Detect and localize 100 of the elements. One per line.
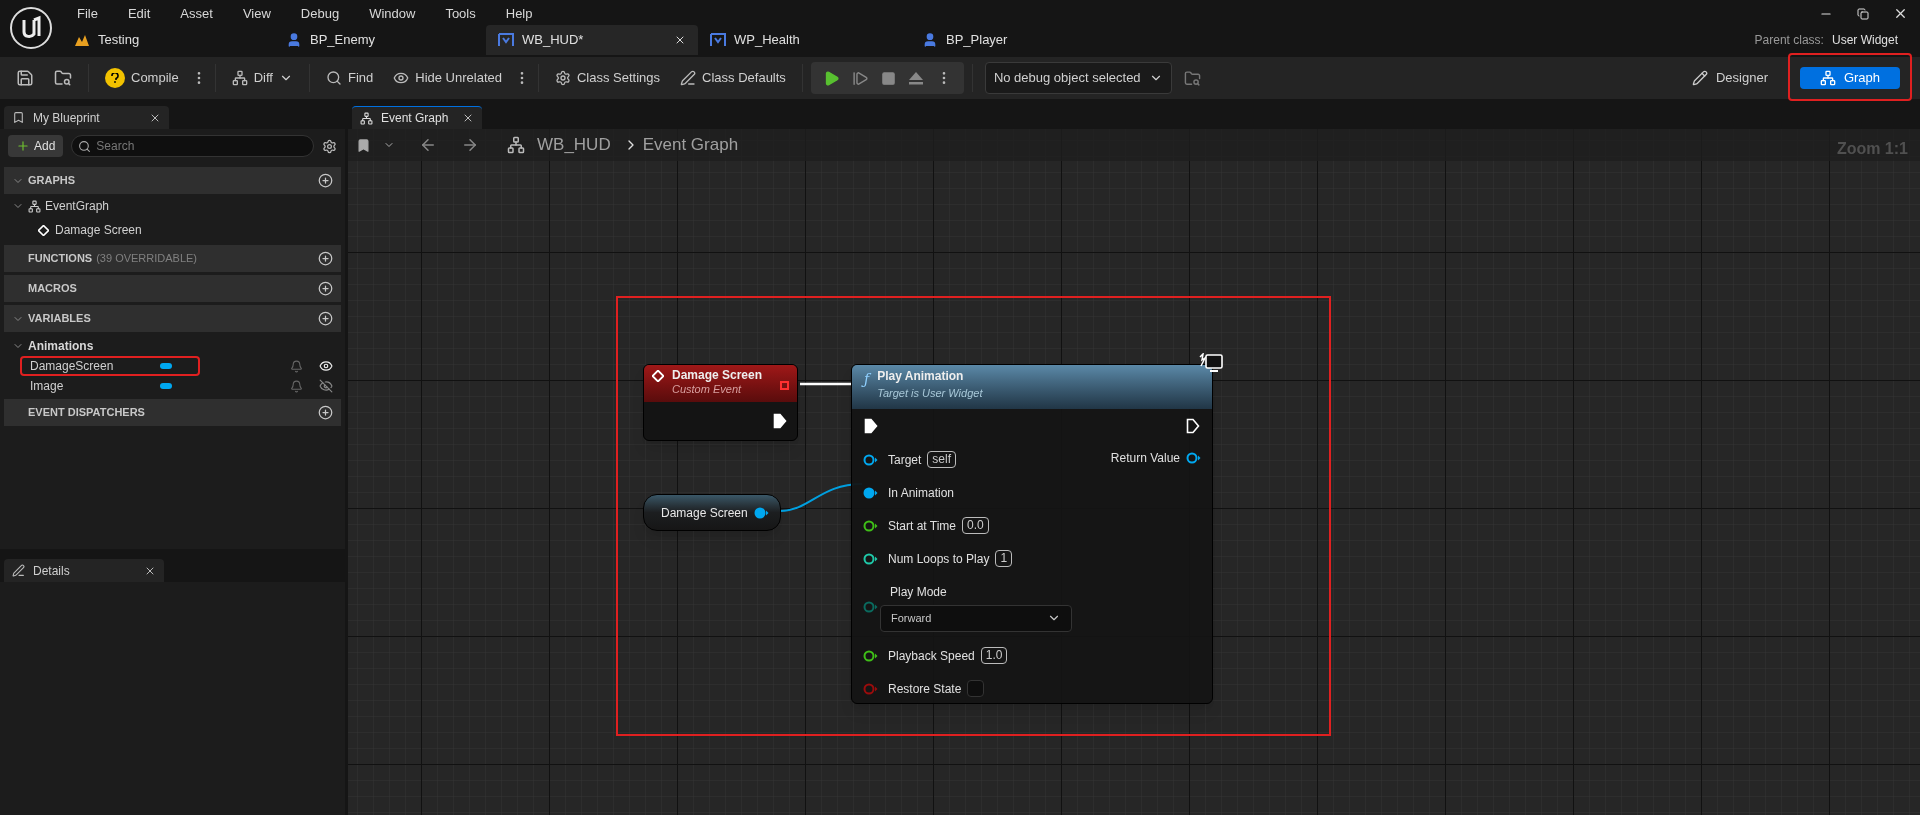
section-title: MACROS bbox=[28, 281, 77, 297]
debug-object-dropdown[interactable]: No debug object selected bbox=[984, 62, 1172, 94]
pin-label: Target bbox=[888, 451, 922, 469]
back-icon[interactable] bbox=[419, 136, 437, 154]
graph-tab[interactable]: Event Graph bbox=[352, 106, 482, 129]
pin-icon[interactable] bbox=[863, 552, 878, 565]
class-settings-button[interactable]: Class Settings bbox=[546, 62, 669, 94]
search-icon bbox=[325, 70, 342, 86]
search-icon bbox=[78, 140, 92, 153]
document-tab[interactable]: BP_Enemy bbox=[274, 25, 486, 55]
node-subtitle: Target is User Widget bbox=[877, 386, 983, 401]
restore-icon[interactable] bbox=[1857, 7, 1869, 20]
class-defaults-button[interactable]: Class Defaults bbox=[672, 62, 794, 94]
eye-icon bbox=[393, 70, 410, 86]
section-header[interactable]: MACROS bbox=[4, 275, 341, 302]
mode-button[interactable]: Designer bbox=[1679, 67, 1780, 89]
function-node[interactable]: ƒ Play Animation Target is User Widget Target self Return Value In Animation Start at Time 0.0 Num Loops to Play 1 Play Mode Forward Playback Speed 1.0 Restore State bbox=[851, 364, 1213, 704]
panel-tab[interactable]: Details bbox=[4, 559, 164, 582]
compile-button[interactable]: Compile bbox=[97, 62, 187, 94]
document-tab[interactable]: WB_HUD* bbox=[486, 25, 698, 55]
section-header[interactable]: GRAPHS bbox=[4, 167, 341, 194]
graph-icon bbox=[507, 136, 525, 154]
pin-value-field[interactable]: 1.0 bbox=[980, 647, 1008, 664]
pin-icon[interactable] bbox=[863, 649, 878, 662]
node-title: Damage Screen bbox=[672, 368, 764, 382]
section-title: EVENT DISPATCHERS bbox=[28, 405, 145, 421]
event-node[interactable]: Damage Screen Custom Event bbox=[643, 364, 798, 441]
hide-unrelated-button[interactable]: Hide Unrelated bbox=[385, 62, 510, 94]
add-icon[interactable] bbox=[318, 281, 333, 296]
play-mode-dropdown[interactable]: Forward bbox=[880, 604, 1072, 632]
app-logo-icon bbox=[9, 5, 53, 50]
menu-item[interactable]: Debug bbox=[285, 3, 355, 24]
menu-item[interactable]: Window bbox=[354, 3, 431, 24]
stop-icon[interactable] bbox=[880, 70, 896, 86]
pin-value-field[interactable]: 1 bbox=[995, 550, 1013, 567]
section-header[interactable]: VARIABLES bbox=[4, 305, 341, 332]
add-icon[interactable] bbox=[318, 173, 333, 188]
node-subtitle: Custom Event bbox=[672, 382, 743, 396]
monitor-icon bbox=[1198, 353, 1224, 375]
search-field[interactable]: Search bbox=[71, 135, 314, 157]
mode-button[interactable]: Graph bbox=[1800, 67, 1900, 89]
graph-icon bbox=[1819, 70, 1836, 86]
save-icon[interactable] bbox=[16, 69, 34, 87]
pin-icon[interactable] bbox=[863, 453, 878, 466]
checkbox[interactable] bbox=[967, 680, 985, 697]
settings-icon[interactable] bbox=[322, 138, 337, 154]
menu-item[interactable]: Edit bbox=[112, 3, 166, 24]
add-icon[interactable] bbox=[318, 311, 333, 326]
tree-item[interactable]: EventGraph bbox=[45, 197, 110, 215]
variable-item[interactable]: DamageScreen bbox=[30, 357, 160, 375]
menu-item[interactable]: Asset bbox=[165, 3, 228, 24]
pin-value-field[interactable]: self bbox=[927, 451, 957, 468]
pin-value-field[interactable]: 0.0 bbox=[962, 517, 989, 534]
menu-item[interactable]: File bbox=[62, 3, 113, 24]
diff-button[interactable]: Diff bbox=[223, 62, 301, 94]
document-tab[interactable]: WP_Health bbox=[698, 25, 910, 55]
tree-item[interactable]: Damage Screen bbox=[55, 221, 142, 239]
book-icon bbox=[12, 111, 25, 124]
section-header[interactable]: EVENT DISPATCHERS bbox=[4, 399, 341, 426]
menu-item[interactable]: Help bbox=[490, 3, 548, 24]
event-icon bbox=[652, 370, 664, 382]
pin-icon[interactable] bbox=[863, 486, 878, 499]
breadcrumb-item[interactable]: WB_HUD bbox=[537, 132, 611, 158]
pen-icon bbox=[12, 564, 25, 577]
menu-item[interactable]: Tools bbox=[430, 3, 491, 24]
menu-item[interactable]: View bbox=[227, 3, 286, 24]
section-title: FUNCTIONS bbox=[28, 251, 93, 267]
document-tab[interactable]: Testing bbox=[62, 25, 274, 55]
close-icon[interactable] bbox=[462, 112, 474, 124]
variable-node[interactable]: Damage Screen bbox=[643, 494, 781, 531]
parent-class-label: Parent class: bbox=[1754, 32, 1824, 49]
add-icon[interactable] bbox=[318, 405, 333, 420]
bell-icon[interactable] bbox=[290, 379, 303, 393]
document-tab[interactable]: BP_Player bbox=[910, 25, 1122, 55]
exec-pin-icon[interactable] bbox=[864, 418, 878, 434]
close-icon[interactable] bbox=[1893, 6, 1908, 21]
pin-icon[interactable] bbox=[753, 506, 769, 519]
add-icon[interactable] bbox=[318, 251, 333, 266]
close-icon[interactable] bbox=[674, 34, 686, 46]
section-header[interactable]: FUNCTIONS (39 OVERRIDABLE) bbox=[4, 245, 341, 272]
find-button[interactable]: Find bbox=[317, 62, 382, 94]
forward-icon[interactable] bbox=[461, 136, 479, 154]
step-icon[interactable] bbox=[851, 69, 869, 87]
node-label: Damage Screen bbox=[661, 504, 748, 522]
bell-icon[interactable] bbox=[290, 359, 303, 373]
visibility-icon[interactable] bbox=[319, 359, 333, 373]
bookmark-icon[interactable] bbox=[356, 137, 371, 153]
exec-pin-icon[interactable] bbox=[773, 413, 787, 429]
widget-icon bbox=[498, 33, 514, 47]
pin-icon[interactable] bbox=[863, 519, 878, 532]
browse-icon[interactable] bbox=[1183, 69, 1201, 87]
browse-icon[interactable] bbox=[54, 69, 72, 87]
eject-icon[interactable] bbox=[907, 71, 924, 85]
breadcrumb-item[interactable]: Event Graph bbox=[642, 132, 739, 158]
variable-item[interactable]: Image bbox=[30, 377, 160, 395]
pin-icon[interactable] bbox=[1186, 451, 1201, 464]
exec-pin-icon[interactable] bbox=[1186, 418, 1200, 434]
pin-label: In Animation bbox=[888, 484, 955, 502]
add-button[interactable]: Add bbox=[8, 135, 64, 157]
panel-tab[interactable]: My Blueprint bbox=[4, 106, 169, 129]
